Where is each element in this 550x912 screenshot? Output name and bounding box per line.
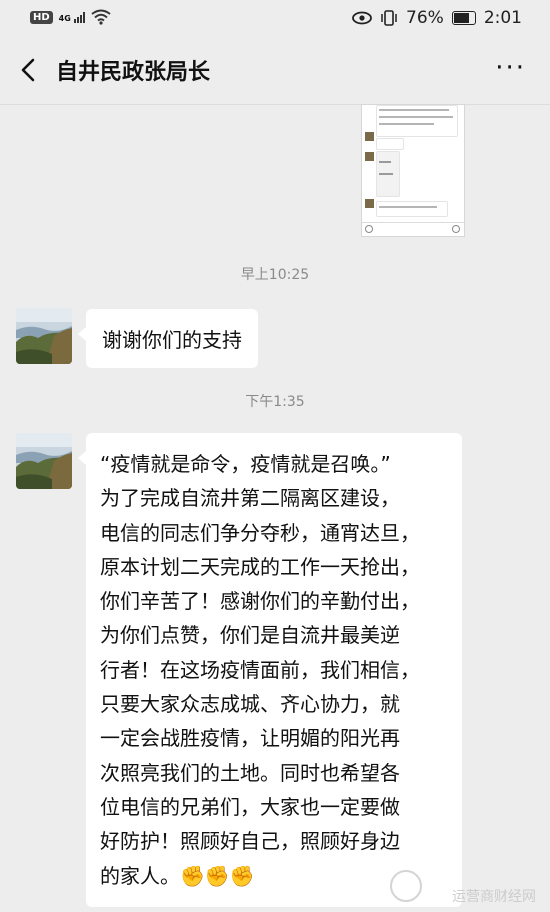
mini-text-line — [379, 123, 434, 125]
watermark-logo — [390, 870, 422, 902]
mini-avatar — [365, 199, 374, 208]
chat-header: 自井民政张局长 ··· — [0, 36, 550, 105]
mini-text-line — [379, 206, 437, 208]
battery-percent: 76% — [406, 8, 444, 28]
mini-chat-bubble — [376, 138, 404, 150]
message-bubble[interactable]: 谢谢你们的支持 — [78, 309, 258, 368]
more-dots-icon[interactable]: ··· — [495, 55, 526, 81]
chevron-left-icon[interactable] — [14, 54, 44, 86]
hd-badge: HD — [30, 10, 53, 24]
avatar-landscape-image — [16, 433, 72, 489]
mini-text-line — [379, 161, 391, 163]
status-right: 76% 2:01 — [352, 8, 522, 28]
battery-icon — [451, 11, 476, 25]
mini-avatar — [365, 152, 374, 161]
message-timestamp: 早上10:25 — [240, 267, 310, 283]
eye-icon — [352, 11, 372, 25]
vibrate-icon — [381, 10, 397, 26]
avatar[interactable] — [16, 433, 72, 489]
status-bar: HD 4G 76% 2:01 — [0, 0, 550, 36]
mini-add-icon — [452, 225, 460, 233]
message-timestamp: 下午1:35 — [245, 394, 305, 410]
avatar[interactable] — [16, 308, 72, 364]
mini-voice-icon — [365, 225, 373, 233]
avatar-landscape-image — [16, 308, 72, 364]
mini-text-line — [379, 173, 393, 175]
mini-avatar — [365, 132, 374, 141]
mini-text-line — [379, 116, 453, 118]
message-bubble[interactable]: “疫情就是命令，疫情就是召唤。” 为了完成自流井第二隔离区建设， 电信的同志们争… — [78, 433, 462, 907]
clock: 2:01 — [483, 8, 522, 28]
chat-title: 自井民政张局长 — [56, 60, 211, 85]
shared-screenshot-image[interactable] — [361, 104, 465, 237]
mini-divider — [362, 222, 464, 223]
status-left: HD 4G — [30, 9, 111, 25]
mini-text-line — [379, 109, 449, 111]
mini-chat-bubble — [376, 201, 448, 217]
watermark-text: 运营商财经网 — [452, 889, 536, 905]
signal-icon: 4G — [58, 11, 85, 23]
network-type: 4G — [58, 13, 71, 23]
wifi-icon — [91, 9, 111, 25]
